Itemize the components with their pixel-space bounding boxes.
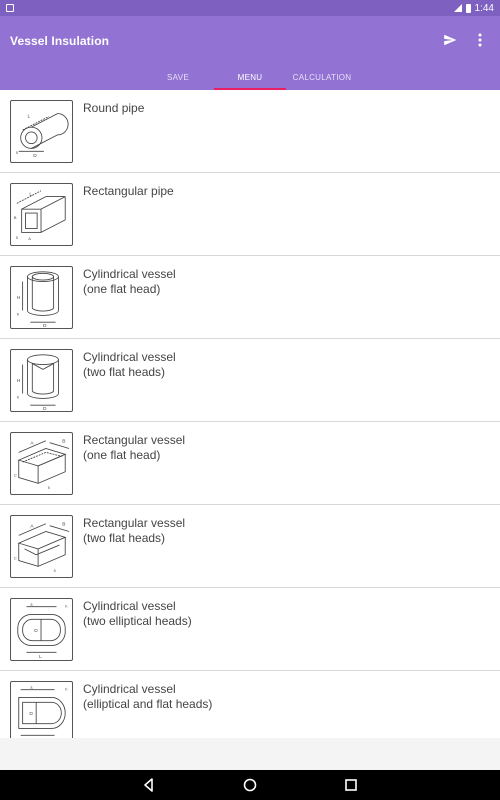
cylindrical-vessel-one-flat-head-icon: H D δ [10,266,73,329]
svg-text:δ: δ [16,235,18,240]
list-item-label: Rectangular vessel (one flat head) [83,433,186,462]
home-icon[interactable] [242,777,258,793]
tab-bar: SAVE MENU CALCULATION [0,64,500,90]
tab-menu[interactable]: MENU [214,64,286,90]
list-item-label: Rectangular vessel (two flat heads) [83,516,186,545]
svg-text:D: D [34,628,38,634]
vessel-type-list: L D δ Round pipe L B A δ Rectangular pip… [0,90,500,738]
svg-text:h: h [65,604,67,609]
navigation-bar [0,770,500,800]
svg-text:B: B [62,522,65,528]
battery-icon [465,3,471,13]
svg-text:B: B [62,439,65,445]
svg-text:δ: δ [16,150,18,155]
tab-save[interactable]: SAVE [142,64,214,90]
notification-icon [6,4,14,12]
svg-text:A: A [28,236,31,241]
round-pipe-diagram-icon: L D δ [10,100,73,163]
list-item-cylindrical-vessel-one-flat-head[interactable]: H D δ Cylindrical vessel (one flat head) [0,256,500,339]
cylindrical-vessel-two-flat-heads-icon: H D δ [10,349,73,412]
svg-text:C: C [14,556,17,561]
signal-icon [453,4,462,12]
recents-icon[interactable] [343,777,359,793]
more-vert-icon[interactable] [472,32,488,48]
list-item-label: Cylindrical vessel (two flat heads) [83,350,176,379]
list-item-label: Rectangular pipe [83,184,174,198]
svg-text:δ: δ [30,602,32,607]
svg-text:B: B [14,215,17,220]
svg-text:δ: δ [17,311,19,316]
svg-text:D: D [43,323,47,328]
list-item-label: Cylindrical vessel (elliptical and flat h… [83,682,213,711]
svg-text:δ: δ [30,685,32,690]
send-icon[interactable] [442,32,458,48]
status-time: 1:44 [474,2,494,14]
svg-text:h: h [65,687,67,692]
svg-text:H: H [17,378,21,384]
svg-text:L: L [29,192,32,198]
svg-text:L: L [39,654,42,660]
svg-text:D: D [43,406,47,411]
svg-text:δ: δ [48,485,50,490]
list-item-cylindrical-vessel-elliptical-flat-heads[interactable]: D L h δ Cylindrical vessel(elliptical an… [0,671,500,738]
list-footer-space [0,738,500,770]
list-item-label: Cylindrical vessel (one flat head) [83,267,176,296]
list-item-rectangular-vessel-one-flat-head[interactable]: A B C δ Rectangular vessel (one flat head… [0,422,500,505]
list-item-cylindrical-vessel-two-flat-heads[interactable]: H D δ Cylindrical vessel (two flat heads) [0,339,500,422]
rectangular-pipe-diagram-icon: L B A δ [10,183,73,246]
list-item-label: Cylindrical vessel (two elliptical heads) [83,599,192,628]
rectangular-vessel-one-flat-head-icon: A B C δ [10,432,73,495]
cylindrical-vessel-elliptical-flat-heads-icon: D L h δ [10,681,73,738]
app-title: Vessel Insulation [10,34,110,48]
svg-text:L: L [27,113,30,119]
app-bar: Vessel Insulation SAVE MENU CALCULATION [0,16,500,90]
svg-text:δ: δ [17,394,19,399]
list-item-rectangular-pipe[interactable]: L B A δ Rectangular pipe [0,173,500,256]
svg-text:D: D [33,153,37,159]
cylindrical-vessel-two-elliptical-heads-icon: D L h δ [10,598,73,661]
back-icon[interactable] [141,777,157,793]
svg-text:D: D [29,711,33,717]
list-item-cylindrical-vessel-two-elliptical-heads[interactable]: D L h δ Cylindrical vessel (two elliptica… [0,588,500,671]
svg-text:C: C [14,473,17,478]
status-bar: 1:44 [0,0,500,16]
rectangular-vessel-two-flat-heads-icon: A B C δ [10,515,73,578]
list-item-rectangular-vessel-two-flat-heads[interactable]: A B C δ Rectangular vessel (two flat head… [0,505,500,588]
tab-calculation[interactable]: CALCULATION [286,64,358,90]
list-item-label: Round pipe [83,101,145,115]
svg-text:δ: δ [54,568,56,573]
list-item-round-pipe[interactable]: L D δ Round pipe [0,90,500,173]
svg-text:H: H [17,295,21,301]
